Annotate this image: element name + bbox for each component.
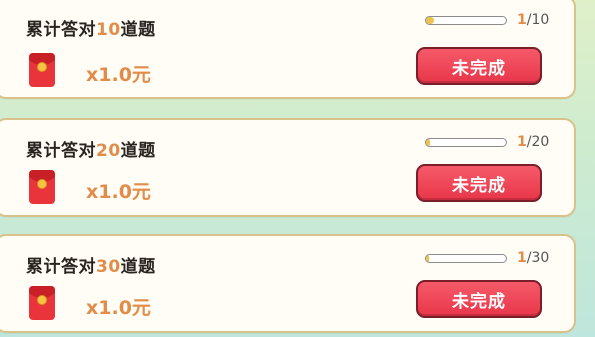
progress-current: 1 — [517, 250, 527, 266]
red-envelope-icon — [29, 286, 55, 320]
progress-current: 1 — [517, 134, 527, 150]
progress-total: /30 — [526, 250, 550, 266]
envelope-seal — [38, 180, 46, 188]
progress-total: /10 — [526, 12, 550, 28]
task-title: 累计答对20道题 — [26, 136, 156, 161]
task-title: 累计答对10道题 — [26, 15, 156, 40]
reward-amount: x1.0元 — [86, 64, 151, 86]
progress-bar — [425, 16, 507, 25]
progress-bar-fill — [426, 139, 430, 146]
reward-amount: x1.0元 — [86, 297, 151, 319]
task-title: 累计答对30道题 — [26, 252, 156, 277]
task-target-count: 20 — [96, 141, 121, 161]
envelope-seal — [38, 63, 46, 71]
progress-bar-fill — [426, 17, 434, 24]
progress-bar-fill — [426, 255, 429, 262]
task-status-button[interactable]: 未完成 — [416, 47, 542, 85]
task-card: 累计答对30道题 1/30 x1.0元 未完成 — [0, 234, 576, 333]
red-envelope-icon — [29, 53, 55, 87]
task-title-suffix: 道题 — [120, 20, 156, 40]
task-status-button[interactable]: 未完成 — [416, 280, 542, 318]
progress-current: 1 — [517, 12, 527, 28]
progress-total: /20 — [526, 134, 550, 150]
progress-bar — [425, 138, 507, 147]
task-title-suffix: 道题 — [120, 257, 156, 277]
task-status-button[interactable]: 未完成 — [416, 164, 542, 202]
task-card: 累计答对10道题 1/10 x1.0元 未完成 — [0, 0, 576, 99]
reward-amount: x1.0元 — [86, 181, 151, 203]
progress-count: 1/20 — [517, 134, 549, 150]
red-envelope-icon — [29, 170, 55, 204]
task-target-count: 10 — [96, 20, 121, 40]
task-card: 累计答对20道题 1/20 x1.0元 未完成 — [0, 118, 576, 217]
envelope-seal — [38, 296, 46, 304]
task-title-prefix: 累计答对 — [26, 20, 96, 40]
progress-count: 1/10 — [517, 12, 549, 28]
progress-count: 1/30 — [517, 250, 549, 266]
task-title-prefix: 累计答对 — [26, 141, 96, 161]
task-target-count: 30 — [96, 257, 121, 277]
task-title-prefix: 累计答对 — [26, 257, 96, 277]
task-title-suffix: 道题 — [120, 141, 156, 161]
progress-bar — [425, 254, 507, 263]
